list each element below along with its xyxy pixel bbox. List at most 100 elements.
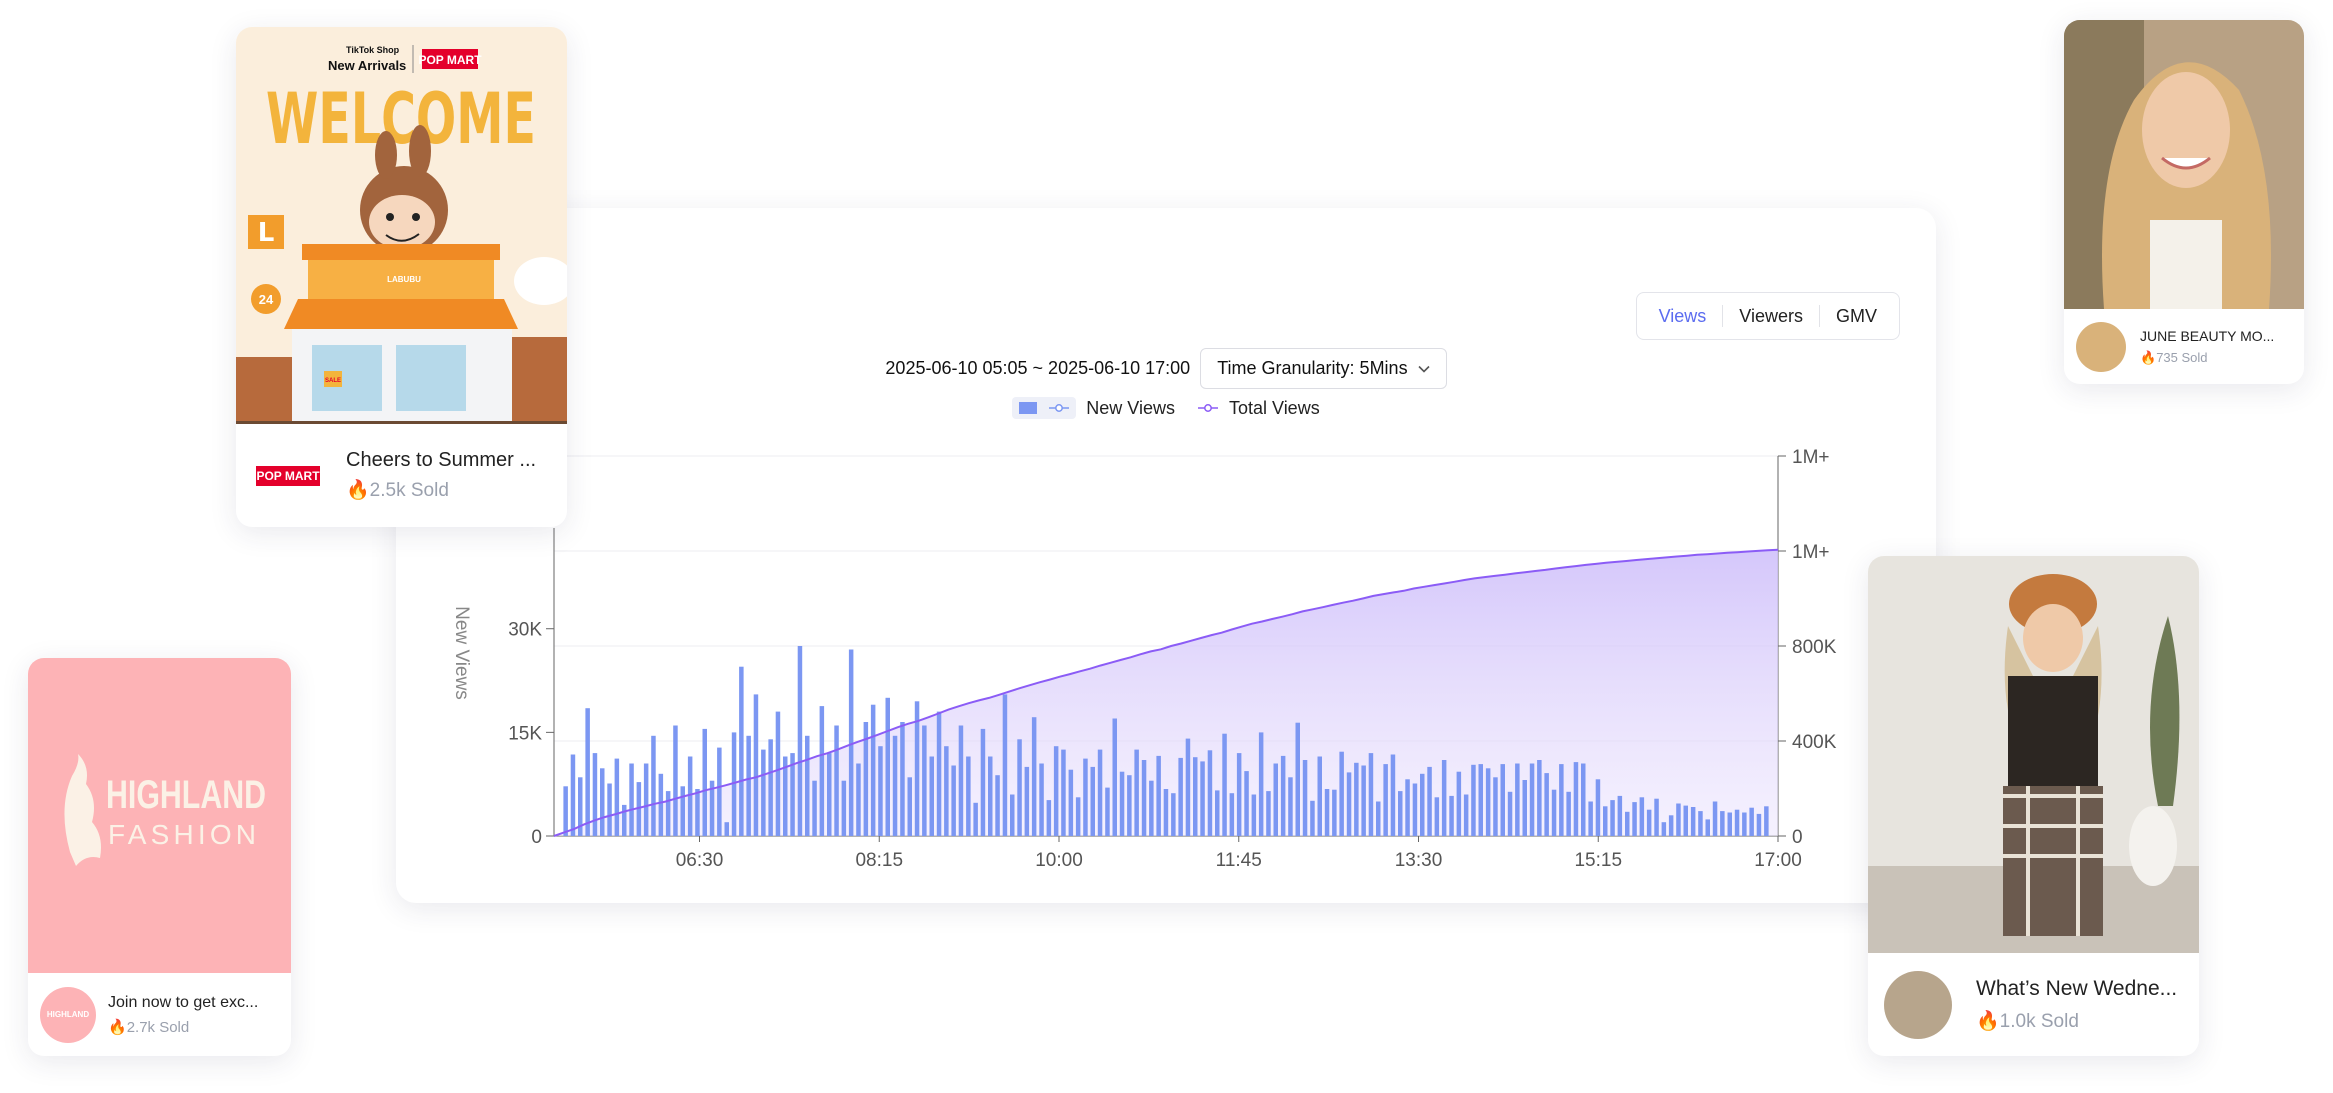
- legend-total-views-label: Total Views: [1228, 397, 1320, 418]
- new-views-bar: [1654, 798, 1659, 836]
- new-views-bar: [1097, 749, 1103, 836]
- new-views-bar: [1046, 800, 1052, 836]
- new-views-bar: [600, 768, 605, 836]
- new-views-bar: [614, 758, 620, 836]
- product-card-june-beauty[interactable]: JUNE BEAUTY MO... 🔥735 Sold: [2064, 20, 2304, 384]
- poster-tiktok-tag: TikTok Shop: [346, 45, 400, 55]
- new-views-bar: [1010, 794, 1015, 836]
- new-views-bar: [1185, 738, 1191, 836]
- new-views-bar: [629, 763, 634, 836]
- new-views-bar: [951, 765, 956, 836]
- highland-title[interactable]: Join now to get exc...: [108, 994, 258, 1012]
- tab-viewers[interactable]: Viewers: [1722, 305, 1819, 327]
- new-views-bar: [841, 780, 847, 836]
- poster-welcome-headline: WELCOME: [266, 78, 536, 160]
- legend-toggle[interactable]: [1012, 397, 1077, 419]
- new-views-bar: [1764, 806, 1769, 836]
- new-views-bar: [1485, 768, 1491, 836]
- date-range-label[interactable]: 2025-06-10 05:05 ~ 2025-06-10 17:00: [885, 358, 1190, 379]
- product-card-wednesday[interactable]: What’s New Wedne... 🔥1.0k Sold: [1868, 556, 2199, 1056]
- fire-icon: 🔥: [2140, 349, 2157, 365]
- new-views-bar: [592, 753, 598, 836]
- popmart-poster-image: TikTok Shop New Arrivals POP MART WELCOM…: [236, 27, 567, 424]
- new-views-bar: [1354, 762, 1359, 836]
- new-views-bar: [1639, 797, 1645, 836]
- new-views-bar: [1236, 753, 1242, 836]
- new-views-bar: [1617, 795, 1623, 836]
- new-views-bar: [1412, 783, 1418, 836]
- june-beauty-title[interactable]: JUNE BEAUTY MO...: [2140, 328, 2274, 344]
- new-views-bar: [1581, 763, 1586, 836]
- new-views-bar: [1456, 771, 1462, 836]
- x-tick-label: 06:30: [676, 850, 724, 871]
- new-views-bar: [1222, 733, 1227, 836]
- popmart-title[interactable]: Cheers to Summer ...: [346, 449, 536, 472]
- poster-sign-letter: L: [258, 218, 275, 248]
- tab-gmv[interactable]: GMV: [1818, 305, 1893, 327]
- legend-new-views-label: New Views: [1086, 397, 1175, 418]
- new-views-bar: [1258, 732, 1264, 836]
- new-views-bar: [1273, 763, 1278, 836]
- new-views-bar: [1566, 791, 1571, 836]
- fire-icon: 🔥: [108, 1018, 127, 1036]
- poster-new-arrivals: New Arrivals: [328, 58, 406, 73]
- highland-avatar: HIGHLAND: [40, 986, 96, 1043]
- new-views-bar: [1171, 793, 1176, 836]
- wednesday-photo: [1868, 556, 2199, 953]
- new-views-bar: [1090, 766, 1095, 836]
- wednesday-footer: What’s New Wedne... 🔥1.0k Sold: [1868, 953, 2199, 1056]
- x-tick-label: 08:15: [855, 850, 903, 871]
- new-views-bar: [1376, 801, 1381, 836]
- x-tick-label: 17:00: [1754, 850, 1802, 871]
- legend-new-views[interactable]: New Views: [1012, 397, 1175, 419]
- new-views-bar: [1368, 753, 1374, 836]
- new-views-bar: [797, 646, 803, 836]
- popmart-brand-logo: POP MART: [256, 465, 320, 486]
- new-views-bar: [622, 804, 627, 836]
- new-views-bar: [1383, 764, 1388, 836]
- new-views-bar: [1742, 812, 1747, 836]
- legend-total-views[interactable]: Total Views: [1197, 398, 1320, 419]
- new-views-bar: [1727, 812, 1732, 836]
- new-views-bar: [1690, 807, 1696, 836]
- new-views-bar: [680, 786, 685, 836]
- product-card-highland[interactable]: HIGHLAND FASHION HIGHLAND Join now to ge…: [28, 658, 291, 1056]
- new-views-bar: [1127, 775, 1132, 836]
- x-tick-label: 10:00: [1035, 850, 1083, 871]
- new-views-bar: [585, 708, 590, 836]
- product-card-popmart[interactable]: TikTok Shop New Arrivals POP MART WELCOM…: [236, 27, 567, 527]
- new-views-bar: [1515, 763, 1520, 836]
- new-views-bar: [1632, 802, 1637, 836]
- chevron-down-icon: [1418, 365, 1430, 373]
- new-views-bar: [761, 749, 766, 836]
- popmart-footer: POP MART Cheers to Summer ... 🔥2.5k Sold: [236, 424, 567, 527]
- new-views-bar: [1427, 766, 1432, 836]
- new-views-bar: [958, 725, 964, 836]
- new-views-bar: [1595, 779, 1601, 836]
- poster-sale-text: SALE: [325, 378, 341, 384]
- wednesday-title[interactable]: What’s New Wedne...: [1976, 977, 2177, 1001]
- wednesday-sold-row: 🔥1.0k Sold: [1976, 1009, 2177, 1033]
- line-marker-icon: [1197, 404, 1218, 412]
- new-views-bar: [746, 735, 751, 836]
- x-tick-label: 11:45: [1216, 850, 1262, 871]
- new-views-bar: [1405, 779, 1410, 836]
- new-views-bar: [929, 756, 934, 836]
- new-views-bar: [695, 789, 700, 836]
- new-views-bar: [1229, 793, 1235, 836]
- new-views-bar: [1017, 739, 1022, 836]
- fire-icon: 🔥: [346, 480, 370, 501]
- y-right-tick-label: 1M+: [1792, 447, 1830, 468]
- new-views-bar: [1493, 777, 1498, 836]
- popmart-info: Cheers to Summer ... 🔥2.5k Sold: [346, 449, 536, 502]
- new-views-bar: [1551, 789, 1557, 836]
- granularity-select[interactable]: Time Granularity: 5Mins: [1200, 348, 1447, 389]
- popmart-sold: 2.5k Sold: [369, 480, 449, 501]
- tab-views[interactable]: Views: [1643, 305, 1723, 327]
- june-beauty-sold: 735 Sold: [2156, 349, 2208, 365]
- wednesday-sold: 1.0k Sold: [1999, 1010, 2079, 1032]
- new-views-bar: [1361, 765, 1366, 836]
- highland-logo-icon: HIGHLAND FASHION: [64, 754, 266, 866]
- new-views-bar: [1119, 771, 1125, 836]
- new-views-bar: [1002, 694, 1008, 836]
